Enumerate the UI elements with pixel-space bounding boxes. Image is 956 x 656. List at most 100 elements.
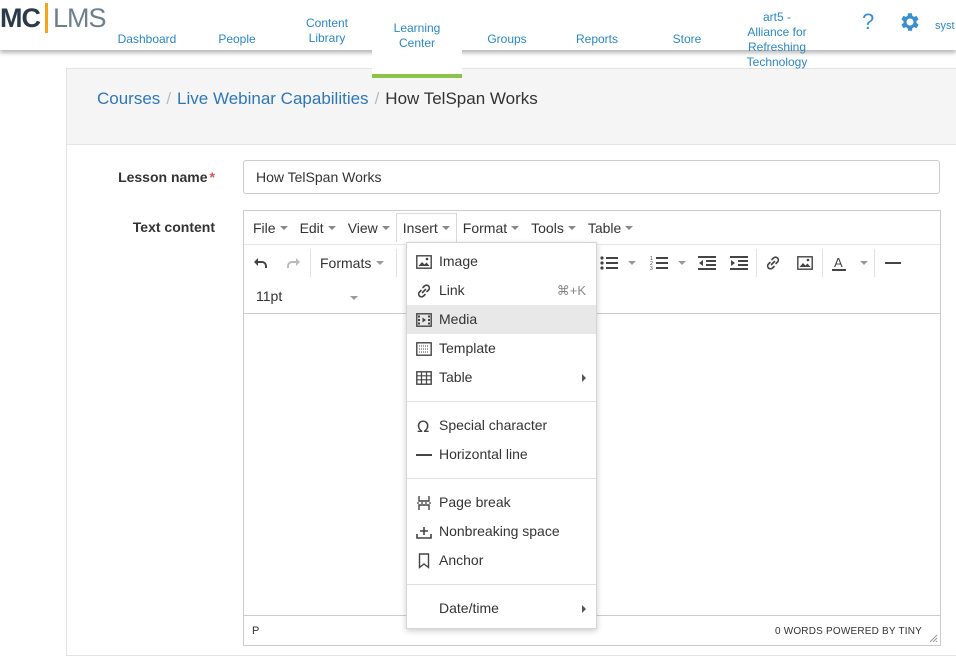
menu-item-media[interactable]: Media (407, 305, 596, 334)
logo-lms-text: LMS (53, 3, 107, 33)
menu-file-label: File (253, 219, 276, 236)
word-count: 0 WORDS POWERED BY TINY (774, 626, 922, 637)
menu-item-date-time[interactable]: Date/time (407, 594, 596, 623)
breadcrumb-courses[interactable]: Courses (97, 89, 160, 109)
lesson-name-label-text: Lesson name (118, 169, 208, 185)
nav-store-label: Store (672, 31, 702, 46)
svg-text:Ω: Ω (417, 418, 429, 434)
indent-icon (730, 256, 748, 270)
outdent-icon (698, 256, 716, 270)
indent-button[interactable] (726, 252, 752, 274)
menu-item-label: Link (439, 282, 465, 298)
menu-format[interactable]: Format (457, 214, 525, 242)
insert-link-button[interactable] (760, 252, 786, 274)
chevron-down-icon (381, 225, 390, 230)
nav-people[interactable]: People (204, 0, 270, 50)
outdent-button[interactable] (694, 252, 720, 274)
resize-handle-icon[interactable] (928, 633, 938, 643)
nav-content-library-label: Content Library (305, 16, 349, 45)
chevron-down-icon (628, 261, 636, 265)
help-icon[interactable]: ? (862, 9, 874, 35)
menu-table[interactable]: Table (582, 214, 639, 242)
menu-insert-label: Insert (402, 220, 438, 236)
nav-dashboard-label: Dashboard (117, 31, 177, 46)
omega-icon: Ω (415, 417, 432, 434)
menu-view[interactable]: View (342, 214, 396, 242)
top-navigation: MC LMS Dashboard People Content Library … (0, 0, 956, 78)
menu-item-special-character[interactable]: Ω Special character (407, 411, 596, 440)
nav-learning-center[interactable]: Learning Center (372, 0, 462, 78)
lesson-name-label: Lesson name * (107, 169, 215, 185)
logo-mc-text: MC (0, 3, 41, 33)
svg-text:3: 3 (650, 266, 653, 271)
horizontal-line-button[interactable] (880, 252, 906, 274)
text-content-label: Text content (132, 219, 215, 235)
menu-edit-label: Edit (299, 219, 324, 236)
keyboard-shortcut: ⌘+K (556, 283, 586, 298)
element-path[interactable]: P (252, 625, 259, 637)
menu-tools[interactable]: Tools (525, 214, 582, 242)
formats-dropdown[interactable]: Formats (320, 255, 371, 271)
numbered-list-button[interactable]: 123 (646, 252, 672, 274)
breadcrumb: Courses / Live Webinar Capabilities / Ho… (97, 89, 538, 109)
nav-store[interactable]: Store (662, 0, 712, 50)
bullet-list-button[interactable] (596, 252, 622, 274)
redo-button[interactable] (280, 252, 306, 274)
mc-lms-logo[interactable]: MC LMS (0, 0, 107, 36)
nbsp-icon (415, 523, 432, 540)
menu-format-label: Format (462, 219, 508, 236)
chevron-down-icon (567, 225, 576, 230)
chevron-right-icon (582, 374, 586, 382)
editor-menubar: File Edit View Insert Format Tools Table (244, 211, 940, 245)
template-icon (415, 340, 432, 357)
menu-divider (407, 478, 596, 479)
menu-edit[interactable]: Edit (294, 214, 342, 242)
image-icon (415, 253, 432, 270)
menu-item-template[interactable]: Template (407, 334, 596, 363)
menu-item-image[interactable]: Image (407, 247, 596, 276)
nav-content-library[interactable]: Content Library (292, 0, 362, 50)
table-icon (415, 369, 432, 386)
menu-item-label: Date/time (439, 600, 499, 616)
chevron-down-icon (279, 225, 288, 230)
chevron-down-icon (860, 261, 868, 265)
menu-insert[interactable]: Insert (395, 213, 457, 242)
toolbar-divider (396, 249, 397, 277)
menu-item-label: Template (439, 340, 496, 356)
nav-people-label: People (218, 31, 256, 46)
nav-reports[interactable]: Reports (562, 0, 632, 50)
nav-dashboard[interactable]: Dashboard (108, 0, 186, 50)
svg-text:A: A (834, 255, 843, 270)
text-color-button[interactable]: A (826, 252, 852, 274)
breadcrumb-current: How TelSpan Works (385, 89, 538, 108)
redo-icon (287, 258, 300, 268)
menu-file[interactable]: File (247, 214, 294, 242)
lesson-name-input[interactable]: How TelSpan Works (243, 160, 940, 194)
chevron-down-icon (350, 296, 358, 300)
image-icon (797, 256, 813, 270)
menu-item-horizontal-line[interactable]: Horizontal line (407, 440, 596, 469)
menu-item-link[interactable]: Link ⌘+K (407, 276, 596, 305)
nav-organization[interactable]: art5 - Alliance for Refreshing Technolog… (736, 10, 818, 70)
menu-item-table[interactable]: Table (407, 363, 596, 392)
gear-icon[interactable] (898, 10, 922, 34)
font-size-dropdown[interactable]: 11pt (256, 288, 282, 304)
horizontal-line-icon (415, 446, 432, 463)
insert-menu-dropdown: Image Link ⌘+K Media Template Table Ω Sp… (406, 242, 597, 629)
chevron-down-icon (327, 225, 336, 230)
menu-item-label: Nonbreaking space (439, 523, 560, 539)
menu-item-anchor[interactable]: Anchor (407, 546, 596, 575)
nav-organization-label: art5 - Alliance for Refreshing Technolog… (746, 10, 808, 69)
menu-item-nonbreaking-space[interactable]: Nonbreaking space (407, 517, 596, 546)
undo-icon (254, 258, 267, 268)
insert-image-button[interactable] (792, 252, 818, 274)
nav-learning-center-label: Learning Center (393, 20, 441, 50)
breadcrumb-live-webinar[interactable]: Live Webinar Capabilities (177, 89, 369, 109)
nav-groups[interactable]: Groups (476, 0, 538, 50)
undo-button[interactable] (248, 252, 274, 274)
toolbar-divider (874, 249, 875, 277)
chevron-down-icon (511, 225, 520, 230)
user-menu[interactable]: syst (935, 20, 955, 32)
menu-item-page-break[interactable]: Page break (407, 488, 596, 517)
chevron-down-icon (376, 261, 384, 265)
